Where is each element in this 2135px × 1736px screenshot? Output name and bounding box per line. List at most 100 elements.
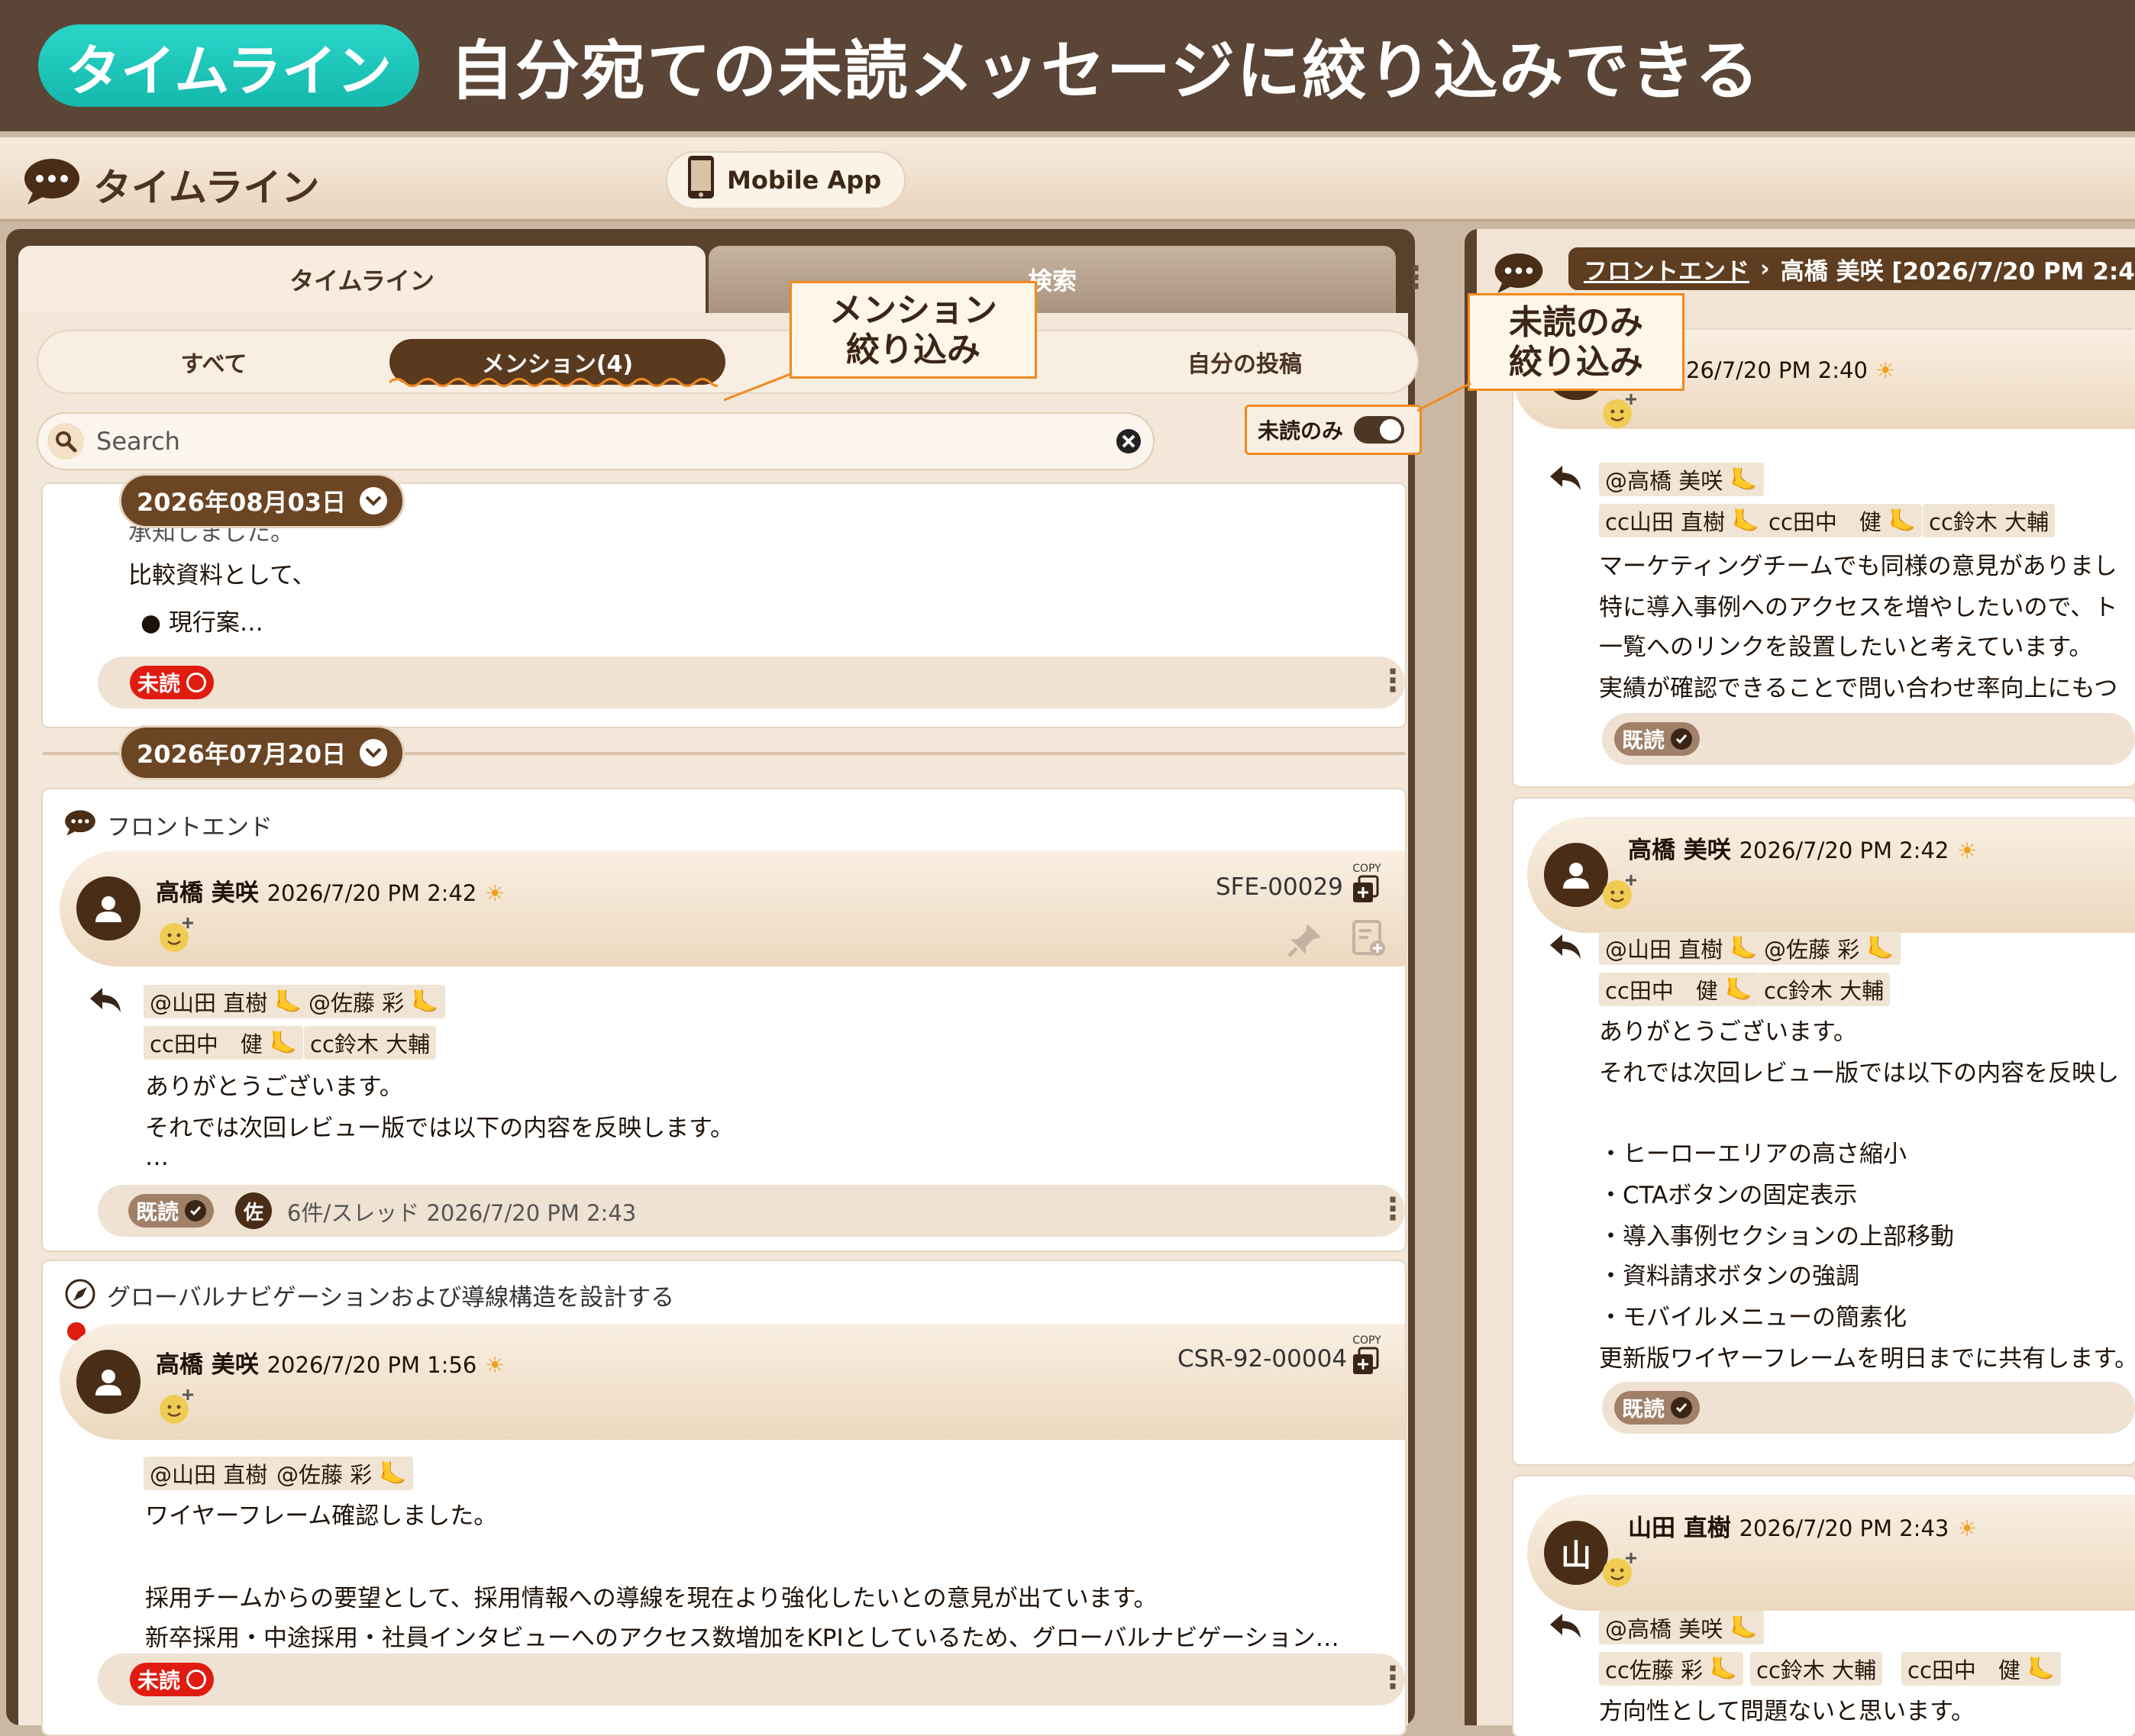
- search-bar[interactable]: Search: [37, 412, 1155, 470]
- emoji-add-icon[interactable]: [157, 915, 197, 957]
- avatar[interactable]: 山: [1544, 1521, 1608, 1585]
- footprint-icon: 🦶: [1888, 507, 1917, 534]
- reply-icon[interactable]: [89, 986, 122, 1017]
- kebab-icon[interactable]: ⋮: [1378, 1663, 1408, 1693]
- cc-chip[interactable]: cc鈴木 大輔: [1750, 1652, 1883, 1686]
- author-line: 高橋 美咲 2026/7/20 PM 1:56 ☀: [156, 1351, 505, 1379]
- emoji-add-icon[interactable]: [157, 1386, 197, 1429]
- cc-chip[interactable]: cc佐藤 彩 🦶: [1599, 1652, 1744, 1686]
- thread-count[interactable]: 6件/スレッド 2026/7/20 PM 2:43: [287, 1196, 636, 1228]
- toggle-switch[interactable]: [1354, 416, 1405, 444]
- date-separator[interactable]: 2026年08月03日: [119, 473, 405, 528]
- thread-message: 佐 彩 2026/7/20 PM 2:40 ☀ @高橋 美咲 🦶 cc山田 直樹…: [1513, 330, 2135, 786]
- unread-badge[interactable]: 未読: [130, 666, 215, 699]
- mention-chip[interactable]: @佐藤 彩 🦶: [270, 1457, 413, 1490]
- copy-icon[interactable]: COPY: [1352, 1334, 1382, 1380]
- cc-chip[interactable]: cc鈴木 大輔: [304, 1026, 437, 1060]
- emoji-add-icon[interactable]: [1600, 391, 1640, 434]
- mention-chip[interactable]: @山田 直樹: [144, 1457, 274, 1490]
- page-title: タイムライン: [93, 166, 320, 210]
- read-badge[interactable]: 既読: [1614, 722, 1701, 756]
- thread-panel: フロントエンド › 高橋 美咲 [2026/7/20 PM 2:42] 佐 彩 …: [1465, 229, 2135, 1736]
- footprint-icon: 🦶: [1730, 1614, 1758, 1641]
- banner-headline: 自分宛ての未読メッセージに絞り込みできる: [449, 33, 1761, 108]
- mention-chip[interactable]: @高橋 美咲 🦶: [1599, 463, 1764, 496]
- message-footer: [98, 657, 1405, 708]
- footprint-icon: 🦶: [379, 1460, 407, 1486]
- pin-icon[interactable]: [1286, 921, 1324, 962]
- mention-chip[interactable]: @高橋 美咲 🦶: [1599, 1611, 1764, 1644]
- clear-icon[interactable]: [1115, 428, 1142, 458]
- message-line: 実績が確認できることで問い合わせ率向上にもつ: [1599, 675, 2118, 702]
- mention-chip[interactable]: @佐藤 彩 🦶: [1758, 931, 1901, 965]
- sun-icon: ☀: [1957, 1515, 1978, 1541]
- date-separator[interactable]: 2026年07月20日: [119, 725, 405, 780]
- avatar[interactable]: [76, 1350, 141, 1414]
- message-line: ワイヤーフレーム確認しました。: [145, 1502, 498, 1530]
- segment-mine[interactable]: 自分の投稿: [1069, 331, 1420, 392]
- mention-chip[interactable]: @山田 直樹 🦶: [1599, 931, 1764, 965]
- reply-icon[interactable]: [1549, 933, 1582, 963]
- reply-icon[interactable]: [1549, 464, 1582, 495]
- channel-name[interactable]: フロントエンド: [107, 808, 273, 842]
- breadcrumb-channel[interactable]: フロントエンド: [1584, 252, 1749, 286]
- callout-unread-filter: 未読のみ 絞り込み: [1468, 293, 1684, 391]
- tab-bar: タイムライン 検索: [18, 246, 1408, 313]
- footprint-icon: 🦶: [411, 988, 439, 1015]
- segment-all[interactable]: すべて: [38, 331, 389, 392]
- cc-chip[interactable]: cc鈴木 大輔: [1923, 504, 2056, 537]
- kebab-icon[interactable]: ⋮: [1378, 666, 1408, 696]
- sun-icon: ☀: [485, 1352, 505, 1378]
- reply-icon[interactable]: [1549, 1612, 1582, 1643]
- mention-chip[interactable]: @山田 直樹 🦶: [144, 985, 308, 1018]
- chevron-right-icon: ›: [1760, 255, 1770, 282]
- check-icon: [1671, 1397, 1693, 1418]
- mention-chip[interactable]: @佐藤 彩 🦶: [302, 985, 445, 1018]
- copy-icon[interactable]: COPY: [1352, 863, 1382, 908]
- thread-content: フロントエンド › 高橋 美咲 [2026/7/20 PM 2:42] 佐 彩 …: [1477, 229, 2135, 1736]
- sun-icon: ☀: [1957, 837, 1978, 863]
- kebab-icon[interactable]: ⋮: [1378, 1194, 1408, 1225]
- chevron-down-icon: [360, 487, 388, 515]
- message-line: 更新版ワイヤーフレームを明日までに共有します。: [1599, 1345, 2135, 1373]
- cc-chip[interactable]: cc田中 健 🦶: [1762, 504, 1923, 537]
- speech-bubble-icon: [23, 157, 81, 209]
- user-icon: [1563, 863, 1589, 889]
- footprint-icon: 🦶: [274, 988, 302, 1015]
- message-line: 採用チームからの要望として、採用情報への導線を現在より強化したいとの意見が出てい…: [145, 1585, 1158, 1612]
- search-input[interactable]: Search: [96, 427, 180, 456]
- emoji-add-icon[interactable]: [1600, 1550, 1640, 1592]
- avatar[interactable]: [76, 876, 141, 941]
- timeline-panel: タイムライン 検索 ⋮ すべて メンション(4) 自分の投稿 Search 未読…: [6, 229, 1431, 1734]
- avatar[interactable]: [1544, 843, 1608, 907]
- mobile-app-button[interactable]: Mobile App: [666, 151, 906, 209]
- emoji-add-icon[interactable]: [1600, 872, 1640, 915]
- message-footer: [98, 1654, 1405, 1705]
- message-line: 一覧へのリンクを設置したいと考えています。: [1599, 634, 2093, 661]
- tab-timeline[interactable]: タイムライン: [18, 246, 706, 313]
- user-icon: [95, 1370, 121, 1396]
- speech-bubble-icon: [1494, 252, 1544, 298]
- message-line: ・資料請求ボタンの強調: [1599, 1263, 1859, 1290]
- cc-chip[interactable]: cc田中 健 🦶: [1901, 1652, 2062, 1686]
- cc-chip[interactable]: cc田中 健 🦶: [144, 1026, 304, 1060]
- reply-avatar[interactable]: 佐: [235, 1192, 272, 1229]
- promo-banner: タイムライン 自分宛ての未読メッセージに絞り込みできる: [0, 0, 2135, 131]
- author-line: 高橋 美咲 2026/7/20 PM 2:42 ☀: [156, 879, 505, 907]
- add-task-icon[interactable]: [1352, 919, 1387, 960]
- cc-chip[interactable]: cc田中 健 🦶: [1599, 973, 1759, 1006]
- footprint-icon: 🦶: [2027, 1655, 2056, 1682]
- message-line: それでは次回レビュー版では以下の内容を反映します。: [145, 1115, 734, 1142]
- app-header: タイムライン Mobile App: [0, 137, 2135, 221]
- read-badge[interactable]: 既読: [1614, 1391, 1701, 1425]
- unread-badge[interactable]: 未読: [130, 1663, 215, 1696]
- unread-only-toggle[interactable]: 未読のみ: [1245, 405, 1422, 455]
- unread-only-label: 未読のみ: [1258, 418, 1344, 444]
- kebab-icon[interactable]: ⋮: [1400, 263, 1431, 293]
- task-name[interactable]: グローバルナビゲーションおよび導線構造を設計する: [107, 1278, 674, 1312]
- message-line: マーケティングチームでも同様の意見がありまし: [1599, 553, 2117, 580]
- read-badge[interactable]: 既読: [128, 1194, 215, 1228]
- banner-pill: タイムライン: [38, 24, 419, 107]
- cc-chip[interactable]: cc鈴木 大輔: [1758, 973, 1891, 1006]
- cc-chip[interactable]: cc山田 直樹 🦶: [1599, 504, 1766, 537]
